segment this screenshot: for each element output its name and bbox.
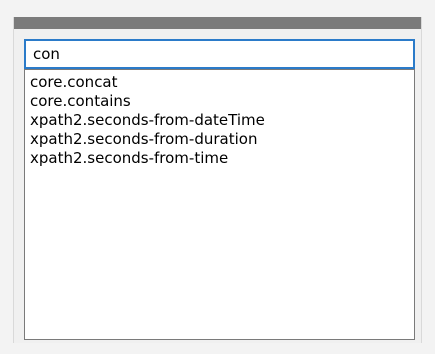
- list-item[interactable]: xpath2.seconds-from-dateTime: [30, 111, 414, 130]
- function-picker-popup: core.concat core.contains xpath2.seconds…: [13, 17, 422, 343]
- results-list[interactable]: core.concat core.contains xpath2.seconds…: [24, 69, 415, 340]
- list-item[interactable]: core.contains: [30, 92, 414, 111]
- list-item[interactable]: xpath2.seconds-from-time: [30, 149, 414, 168]
- search-box[interactable]: [24, 39, 415, 69]
- list-item[interactable]: xpath2.seconds-from-duration: [30, 130, 414, 149]
- list-item[interactable]: core.concat: [30, 73, 414, 92]
- popup-title-bar[interactable]: [14, 17, 421, 29]
- search-input[interactable]: [33, 41, 413, 67]
